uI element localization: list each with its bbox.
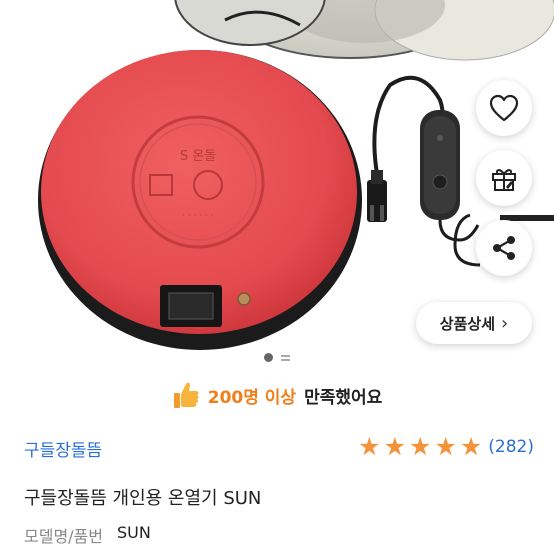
thumbs-up-icon (173, 382, 199, 408)
product-detail-label: 상품상세 (439, 314, 495, 333)
svg-text:S 온돌: S 온돌 (180, 149, 216, 164)
product-image-area[interactable]: S 온돌 · · · · · · 상품상세 › (0, 0, 554, 370)
model-value: SUN (117, 523, 151, 542)
chevron-right-icon: › (501, 312, 509, 334)
carousel-indicator (0, 351, 554, 363)
share-button[interactable] (476, 220, 532, 276)
satisfaction-count: 200명 이상 (207, 387, 297, 408)
satisfaction-banner: 200명 이상 만족했어요 (0, 374, 554, 416)
model-info: 모델명/품번 SUN (24, 523, 151, 547)
gift-button[interactable] (476, 150, 532, 206)
star-icon: ★ (459, 432, 483, 461)
category-link[interactable]: 구들장돌뜸 (24, 436, 102, 461)
product-detail-button[interactable]: 상품상세 › (416, 302, 532, 344)
product-rating[interactable]: ★ ★ ★ ★ ★ (282) (358, 434, 534, 459)
review-count[interactable]: (282) (488, 437, 534, 457)
model-label: 모델명/품번 (24, 527, 103, 546)
carousel-dot-active[interactable] (264, 352, 273, 362)
satisfaction-text: 만족했어요 (304, 387, 383, 408)
carousel-list-icon[interactable] (281, 353, 290, 362)
svg-text:· · · · · ·: · · · · · · (182, 211, 213, 221)
star-icon: ★ (409, 432, 432, 461)
star-icon: ★ (383, 432, 407, 461)
star-icon: ★ (434, 432, 457, 461)
product-title: 구들장돌뜸 개인용 온열기 SUN (24, 488, 262, 509)
share-icon (493, 236, 515, 260)
wishlist-button[interactable] (476, 80, 532, 136)
heart-icon (489, 94, 519, 122)
gift-icon (492, 169, 516, 191)
star-icon: ★ (358, 432, 381, 461)
